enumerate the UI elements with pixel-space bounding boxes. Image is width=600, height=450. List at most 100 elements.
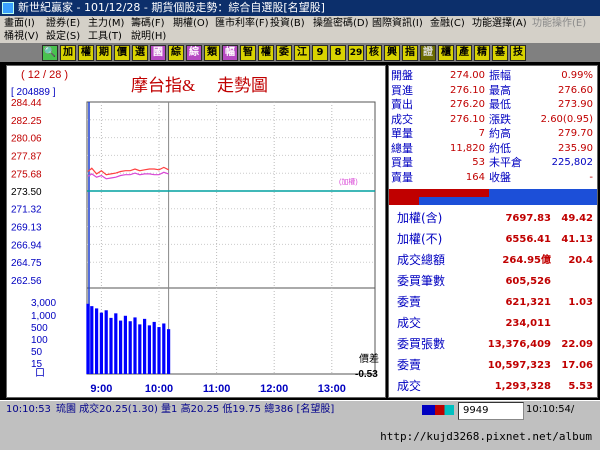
volume-bar bbox=[104, 310, 108, 374]
quote-label: 未平倉 bbox=[489, 156, 522, 169]
toolbar-button-2[interactable]: 權 bbox=[78, 45, 94, 61]
time-tick-label: 12:00 bbox=[260, 383, 288, 395]
volume-bar bbox=[86, 303, 90, 374]
status-clock: 10:10:54/ bbox=[526, 404, 575, 415]
menu-fx-rates[interactable]: 匯市利率(F) bbox=[215, 18, 269, 30]
toolbar-button-5[interactable]: 選 bbox=[132, 45, 148, 61]
toolbar-button-15[interactable]: 9 bbox=[312, 45, 328, 61]
volume-bar bbox=[119, 320, 123, 374]
status-code-input[interactable]: 9949 bbox=[458, 402, 524, 420]
volume-tick-label: 1,000 bbox=[31, 311, 56, 322]
menu-tools[interactable]: 工具(T) bbox=[88, 31, 122, 43]
index-value: 6556.41 bbox=[505, 234, 551, 245]
menu-trading-code[interactable]: 操盤密碼(D) bbox=[313, 18, 369, 30]
toolbar-button-10[interactable]: 幅 bbox=[222, 45, 238, 61]
menu-settings[interactable]: 設定(S) bbox=[46, 31, 80, 43]
quote-value: 274.00 bbox=[450, 70, 485, 81]
toolbar: 🔍 加 權 期 價 選 國 綜 綜 類 幅 智 權 委 江 9 8 29 核 興… bbox=[0, 44, 600, 62]
index-label: 成交 bbox=[397, 316, 422, 330]
quote-label: 約高 bbox=[489, 127, 511, 140]
index-value: 234,011 bbox=[505, 318, 551, 329]
menu-international[interactable]: 國際資訊(I) bbox=[372, 18, 423, 30]
intraday-chart: ( 12 / 28 ) [ 204889 ] 摩台指& 走勢圖 284.4428… bbox=[11, 69, 379, 395]
toolbar-button-22[interactable]: 櫃 bbox=[438, 45, 454, 61]
time-tick-label: 10:00 bbox=[145, 383, 173, 395]
toolbar-button-20[interactable]: 指 bbox=[402, 45, 418, 61]
volume-unit-label: 口 bbox=[35, 368, 45, 379]
menu-function-select[interactable]: 功能選擇(A) bbox=[472, 18, 527, 30]
price-tick-label: 262.56 bbox=[11, 276, 42, 287]
quote-value: 11,820 bbox=[450, 142, 485, 154]
quote-label: 最低 bbox=[489, 98, 511, 111]
toolbar-button-14[interactable]: 江 bbox=[294, 45, 310, 61]
toolbar-button-4[interactable]: 價 bbox=[114, 45, 130, 61]
toolbar-button-19[interactable]: 興 bbox=[384, 45, 400, 61]
toolbar-button-26[interactable]: 技 bbox=[510, 45, 526, 61]
index-value: 264.95億 bbox=[502, 255, 551, 266]
time-tick-label: 13:00 bbox=[318, 383, 346, 395]
volume-bar bbox=[167, 329, 171, 374]
status-time: 10:10:53 bbox=[6, 404, 51, 415]
price-tick-label: 269.13 bbox=[11, 223, 42, 234]
menu-main-force[interactable]: 主力(M) bbox=[88, 18, 124, 30]
quote-label: 賣量 bbox=[391, 170, 413, 184]
volume-bar bbox=[90, 306, 94, 374]
price-tick-label: 275.68 bbox=[11, 169, 42, 180]
index-label: 委買筆數 bbox=[397, 274, 446, 288]
toolbar-button-9[interactable]: 類 bbox=[204, 45, 220, 61]
watermark-bar: http://kujd3268.pixnet.net/album bbox=[0, 420, 600, 450]
toolbar-search-button[interactable]: 🔍 bbox=[42, 45, 58, 61]
price-tick-label: 277.87 bbox=[11, 151, 42, 162]
toolbar-button-17[interactable]: 29 bbox=[348, 45, 364, 61]
menu-function-operate: 功能操作(E) bbox=[532, 18, 587, 29]
menu-securities[interactable]: 證券(E) bbox=[46, 18, 80, 30]
time-tick-label: 11:00 bbox=[203, 383, 231, 395]
volume-bar bbox=[143, 318, 147, 374]
index-value: 13,376,409 bbox=[487, 339, 551, 350]
volume-tick-label: 100 bbox=[31, 335, 48, 346]
menu-screen[interactable]: 畫面(I) bbox=[4, 18, 35, 30]
toolbar-button-18[interactable]: 核 bbox=[366, 45, 382, 61]
index-change: 41.13 bbox=[561, 234, 593, 245]
toolbar-button-25[interactable]: 基 bbox=[492, 45, 508, 61]
toolbar-button-1[interactable]: 加 bbox=[60, 45, 76, 61]
index-change: 49.42 bbox=[561, 213, 593, 224]
index-change: 22.09 bbox=[561, 339, 593, 350]
chart-title: 摩台指& bbox=[131, 76, 195, 95]
toolbar-button-8[interactable]: 綜 bbox=[186, 45, 202, 61]
index-value: 7697.83 bbox=[505, 213, 551, 224]
toolbar-button-11[interactable]: 智 bbox=[240, 45, 256, 61]
volume-ratio-bar bbox=[389, 189, 597, 205]
toolbar-button-23[interactable]: 產 bbox=[456, 45, 472, 61]
chart-code: [ 204889 ] bbox=[11, 87, 56, 98]
watermark-url: http://kujd3268.pixnet.net/album bbox=[380, 430, 592, 443]
index-label: 成交總額 bbox=[397, 253, 446, 267]
toolbar-button-13[interactable]: 委 bbox=[276, 45, 292, 61]
time-tick-label: 9:00 bbox=[90, 383, 112, 395]
toolbar-button-24[interactable]: 精 bbox=[474, 45, 490, 61]
status-indicator bbox=[422, 405, 454, 415]
quote-value: 276.60 bbox=[558, 84, 593, 96]
volume-bar bbox=[123, 315, 127, 374]
index-change: 17.06 bbox=[561, 360, 593, 371]
toolbar-button-3[interactable]: 期 bbox=[96, 45, 112, 61]
toolbar-button-7[interactable]: 綜 bbox=[168, 45, 184, 61]
menu-view[interactable]: 桶視(V) bbox=[4, 31, 39, 43]
app-icon bbox=[2, 2, 14, 14]
index-label: 成交 bbox=[397, 379, 422, 393]
volume-bar bbox=[109, 317, 113, 374]
menu-futures-options[interactable]: 期權(O) bbox=[173, 18, 209, 30]
quote-value: 276.10 bbox=[450, 113, 485, 125]
menu-help[interactable]: 說明(H) bbox=[131, 31, 166, 43]
toolbar-button-12[interactable]: 權 bbox=[258, 45, 274, 61]
menu-finance[interactable]: 金融(C) bbox=[430, 18, 465, 30]
menu-chips[interactable]: 籌碼(F) bbox=[131, 18, 165, 30]
toolbar-button-16[interactable]: 8 bbox=[330, 45, 346, 61]
toolbar-button-6[interactable]: 國 bbox=[150, 45, 166, 61]
quote-value: 279.70 bbox=[558, 128, 593, 139]
toolbar-button-21[interactable]: 證 bbox=[420, 45, 436, 61]
quote-value: 53 bbox=[472, 157, 485, 168]
quote-label: 振幅 bbox=[489, 69, 511, 82]
menu-investment[interactable]: 投資(B) bbox=[270, 18, 305, 30]
index-value: 1,293,328 bbox=[494, 381, 551, 392]
